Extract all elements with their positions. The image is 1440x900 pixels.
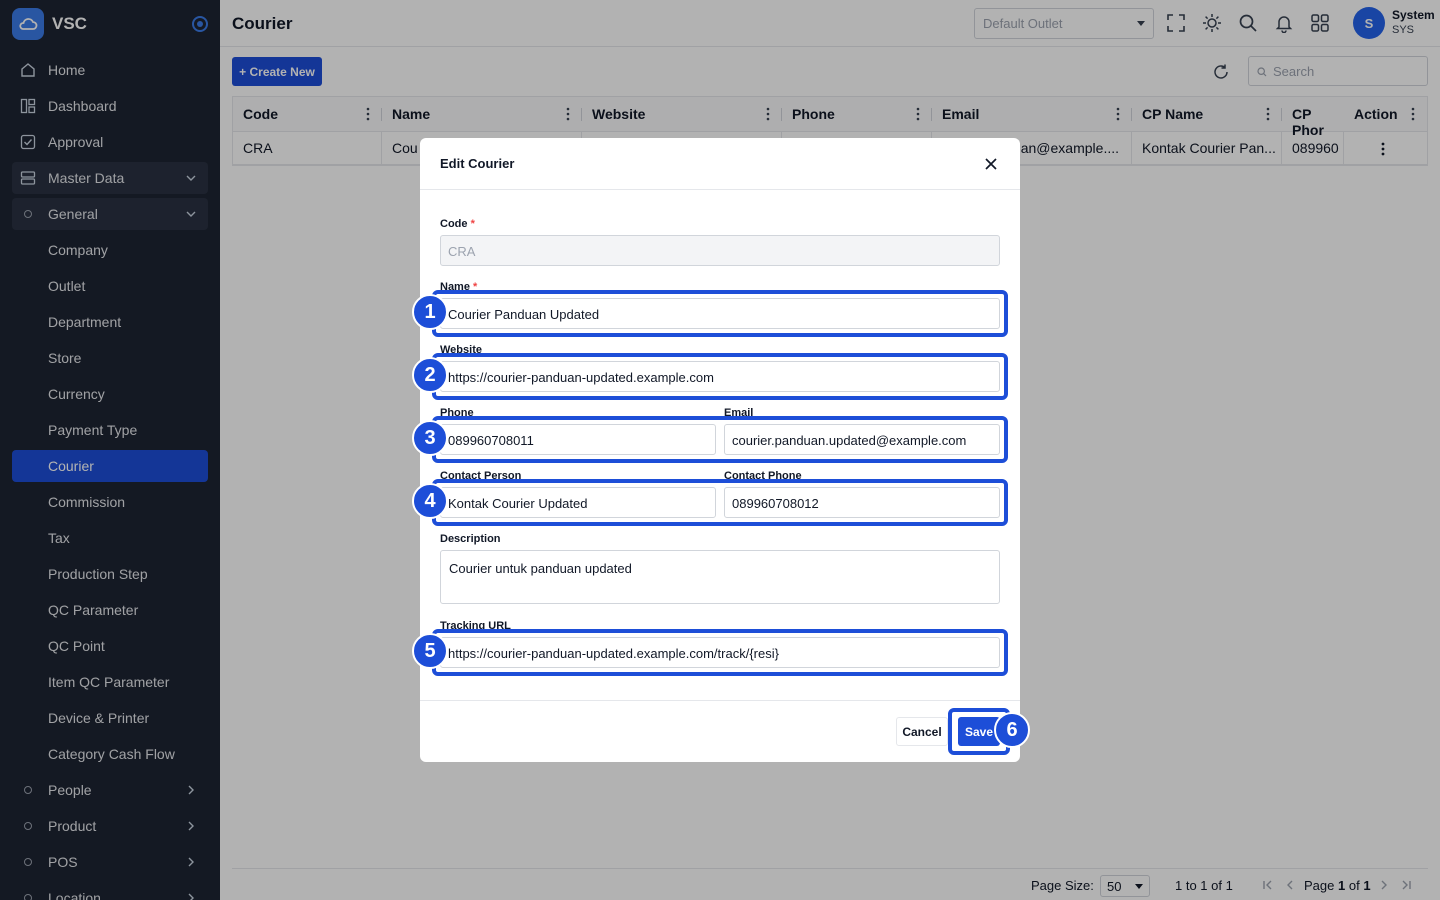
description-label: Description — [440, 533, 501, 545]
code-field: CRA — [440, 235, 1000, 266]
dialog-footer: Cancel Save — [420, 700, 1020, 762]
highlight-box-3 — [432, 416, 1008, 463]
step-badge: 2 — [412, 357, 448, 393]
cancel-button[interactable]: Cancel — [896, 717, 948, 746]
step-badge: 3 — [412, 420, 448, 456]
close-icon[interactable] — [984, 157, 998, 171]
highlight-box-2 — [432, 353, 1008, 400]
step-badge: 6 — [994, 712, 1030, 748]
highlight-box-5 — [432, 629, 1008, 676]
step-badge: 5 — [412, 633, 448, 669]
code-label: Code * — [440, 218, 475, 230]
dialog-title: Edit Courier — [440, 156, 515, 171]
step-badge: 4 — [412, 483, 448, 519]
description-field[interactable]: Courier untuk panduan updated — [440, 550, 1000, 604]
step-badge: 1 — [412, 294, 448, 330]
highlight-box-1 — [432, 290, 1008, 337]
highlight-box-4 — [432, 479, 1008, 526]
dialog-header: Edit Courier — [420, 138, 1020, 190]
